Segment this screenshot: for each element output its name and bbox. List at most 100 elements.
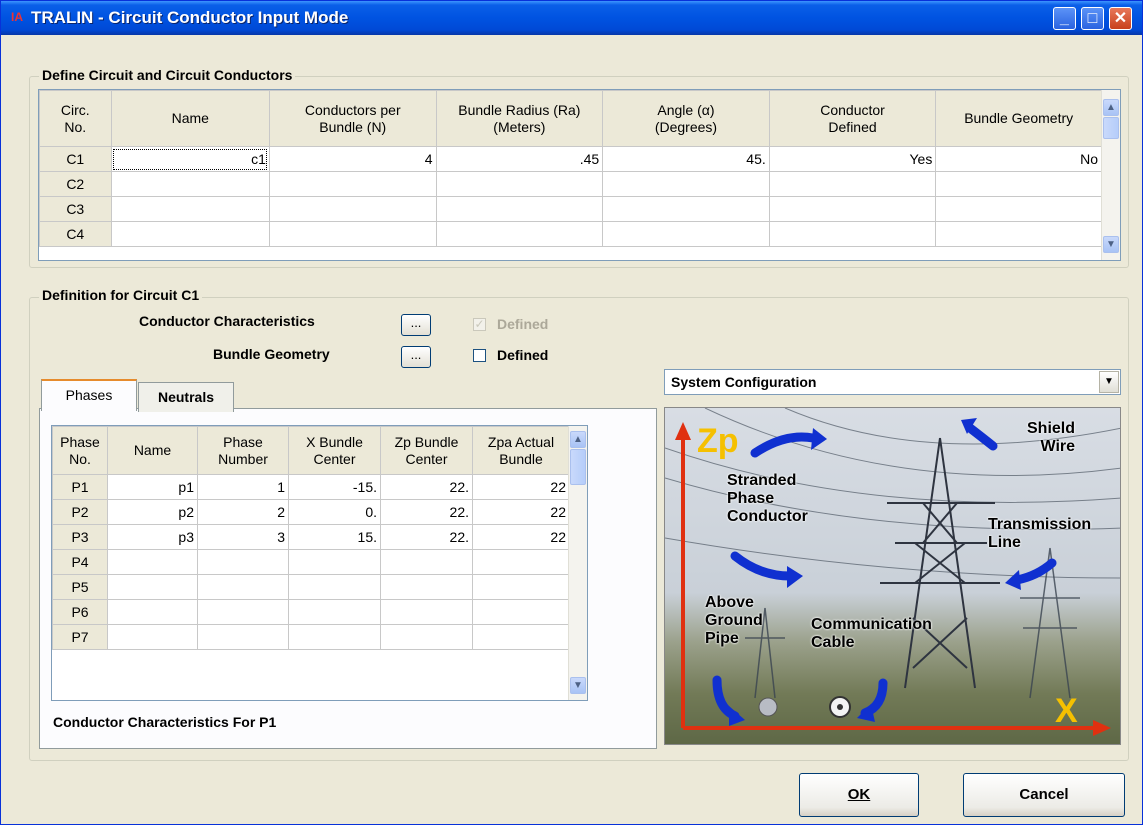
- table-cell[interactable]: p3: [107, 524, 198, 550]
- phases-scrollbar[interactable]: ▲ ▼: [568, 426, 587, 700]
- table-cell[interactable]: [107, 624, 198, 650]
- table-cell[interactable]: 22.: [380, 524, 473, 550]
- system-configuration-select[interactable]: System Configuration ▼: [664, 369, 1121, 395]
- col-angle[interactable]: Angle (α) (Degrees): [602, 90, 770, 147]
- table-row[interactable]: C4: [39, 221, 1102, 247]
- cancel-button[interactable]: Cancel: [963, 773, 1125, 817]
- table-cell[interactable]: [768, 221, 937, 247]
- table-cell[interactable]: [380, 574, 473, 600]
- table-cell[interactable]: [110, 221, 270, 247]
- table-cell[interactable]: 22: [472, 524, 570, 550]
- scroll-up-icon[interactable]: ▲: [1103, 99, 1119, 116]
- tab-phases[interactable]: Phases: [41, 379, 137, 411]
- col-name[interactable]: Name: [110, 90, 270, 147]
- table-cell[interactable]: c1: [110, 146, 270, 172]
- col-bundle-radius[interactable]: Bundle Radius (Ra) (Meters): [435, 90, 604, 147]
- scroll-down-icon[interactable]: ▼: [1103, 236, 1119, 253]
- table-cell[interactable]: [935, 196, 1102, 222]
- table-cell[interactable]: [602, 221, 770, 247]
- scroll-thumb[interactable]: [1103, 117, 1119, 139]
- table-cell[interactable]: 22: [472, 499, 570, 525]
- circuits-grid[interactable]: Circ. No. Name Conductors per Bundle (N)…: [38, 89, 1121, 261]
- table-row[interactable]: P5: [52, 574, 570, 600]
- table-row[interactable]: P6: [52, 599, 570, 625]
- title-bar[interactable]: IA TRALIN - Circuit Conductor Input Mode…: [1, 1, 1142, 35]
- row-header[interactable]: P4: [52, 549, 108, 575]
- row-header[interactable]: C2: [39, 171, 112, 197]
- col-conductor-defined[interactable]: Conductor Defined: [768, 90, 937, 147]
- table-cell[interactable]: [288, 624, 381, 650]
- table-cell[interactable]: [472, 574, 570, 600]
- table-row[interactable]: P3 p3 3 15. 22. 22: [52, 524, 570, 550]
- row-header[interactable]: C1: [39, 146, 112, 172]
- table-cell[interactable]: 0.: [288, 499, 381, 525]
- table-cell[interactable]: [380, 549, 473, 575]
- col-phase-name[interactable]: Name: [107, 426, 198, 475]
- table-cell[interactable]: 22.: [380, 499, 473, 525]
- row-header[interactable]: C3: [39, 196, 112, 222]
- table-cell[interactable]: [472, 624, 570, 650]
- table-cell[interactable]: [107, 599, 198, 625]
- col-x-bundle-center[interactable]: X Bundle Center: [288, 426, 381, 475]
- table-row[interactable]: P4: [52, 549, 570, 575]
- conductor-defined-checkbox[interactable]: ✓: [473, 318, 486, 331]
- col-zp-bundle-center[interactable]: Zp Bundle Center: [380, 426, 473, 475]
- table-cell[interactable]: [268, 196, 437, 222]
- table-cell[interactable]: [935, 171, 1102, 197]
- table-cell[interactable]: 4: [268, 146, 437, 172]
- maximize-button[interactable]: □: [1081, 7, 1104, 30]
- scroll-thumb[interactable]: [570, 449, 586, 485]
- table-cell[interactable]: [268, 221, 437, 247]
- tab-neutrals[interactable]: Neutrals: [138, 382, 234, 412]
- conductor-characteristics-button[interactable]: ...: [401, 314, 431, 336]
- table-cell[interactable]: [935, 221, 1102, 247]
- table-cell[interactable]: [197, 574, 289, 600]
- table-cell[interactable]: [380, 624, 473, 650]
- col-phase-number[interactable]: Phase Number: [197, 426, 289, 475]
- table-row[interactable]: C1 c1 4 .45 45. Yes No: [39, 146, 1102, 172]
- minimize-button[interactable]: _: [1053, 7, 1076, 30]
- col-circ-no[interactable]: Circ. No.: [39, 90, 112, 147]
- row-header[interactable]: P2: [52, 499, 108, 525]
- row-header[interactable]: P7: [52, 624, 108, 650]
- row-header[interactable]: P1: [52, 474, 108, 500]
- table-cell[interactable]: p1: [107, 474, 198, 500]
- table-cell[interactable]: [107, 574, 198, 600]
- table-cell[interactable]: [110, 171, 270, 197]
- table-cell[interactable]: [602, 171, 770, 197]
- table-cell[interactable]: 3: [197, 524, 289, 550]
- col-conductors-per-bundle[interactable]: Conductors per Bundle (N): [268, 90, 437, 147]
- table-cell[interactable]: 2: [197, 499, 289, 525]
- table-cell[interactable]: [602, 196, 770, 222]
- table-cell[interactable]: [380, 599, 473, 625]
- table-cell[interactable]: [435, 221, 604, 247]
- table-cell[interactable]: [268, 171, 437, 197]
- table-cell[interactable]: [472, 599, 570, 625]
- table-cell[interactable]: [435, 196, 604, 222]
- col-zpa-actual-bundle[interactable]: Zpa Actual Bundle: [472, 426, 570, 475]
- table-cell[interactable]: 22: [472, 474, 570, 500]
- table-cell[interactable]: [197, 599, 289, 625]
- col-phase-no[interactable]: Phase No.: [52, 426, 108, 475]
- ok-button[interactable]: OK: [799, 773, 919, 817]
- table-cell[interactable]: [197, 624, 289, 650]
- bundle-defined-checkbox[interactable]: [473, 349, 486, 362]
- phases-grid[interactable]: Phase No. Name Phase Number X Bundle Cen…: [51, 425, 588, 701]
- table-cell[interactable]: [435, 171, 604, 197]
- table-cell[interactable]: [107, 549, 198, 575]
- table-cell[interactable]: -15.: [288, 474, 381, 500]
- chevron-down-icon[interactable]: ▼: [1099, 371, 1119, 393]
- table-cell[interactable]: .45: [435, 146, 604, 172]
- table-cell[interactable]: [288, 549, 381, 575]
- table-cell[interactable]: p2: [107, 499, 198, 525]
- table-row[interactable]: P7: [52, 624, 570, 650]
- table-row[interactable]: C3: [39, 196, 1102, 222]
- table-cell[interactable]: 1: [197, 474, 289, 500]
- table-cell[interactable]: [197, 549, 289, 575]
- table-cell[interactable]: Yes: [768, 146, 937, 172]
- table-cell[interactable]: [768, 171, 937, 197]
- table-row[interactable]: C2: [39, 171, 1102, 197]
- col-bundle-geometry[interactable]: Bundle Geometry: [935, 90, 1102, 147]
- row-header[interactable]: P6: [52, 599, 108, 625]
- table-row[interactable]: P1 p1 1 -15. 22. 22: [52, 474, 570, 500]
